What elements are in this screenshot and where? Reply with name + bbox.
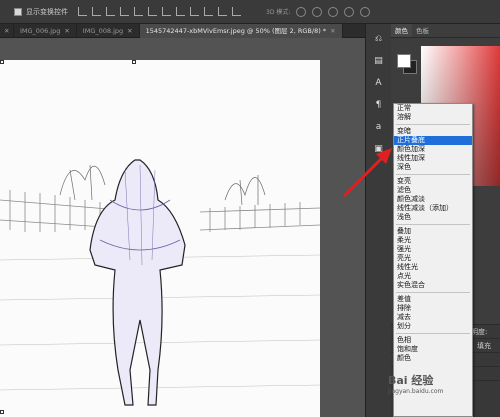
blend-mode-item[interactable]: 滤色	[394, 186, 472, 195]
mode-3d-label: 3D 模式:	[266, 9, 291, 16]
close-icon[interactable]: ✕	[127, 24, 132, 38]
tab-label: 1545742447-xbMVivEmsr.jpeg @ 50% (图层 2, …	[145, 27, 327, 35]
mode-3d-tools	[296, 6, 376, 17]
distribute-top-icon[interactable]	[162, 7, 171, 16]
blend-mode-item[interactable]: 线性减淡（添加）	[394, 204, 472, 213]
watermark-text: Bai 经验	[388, 374, 434, 387]
menu-separator	[396, 174, 470, 175]
blend-mode-item[interactable]: 颜色减淡	[394, 195, 472, 204]
tab-active-document[interactable]: 1545742447-xbMVivEmsr.jpeg @ 50% (图层 2, …	[139, 24, 343, 38]
tab-0[interactable]: ✕	[0, 24, 14, 38]
blend-mode-menu: 正常 溶解变暗 正片叠底 颜色加深 线性加深 深色变亮 滤色 颜色减淡 线性减淡（添加） 浅色叠加…	[393, 103, 473, 417]
transform-handle[interactable]	[0, 410, 4, 414]
blend-mode-item[interactable]: 柔光	[394, 236, 472, 245]
menu-separator	[396, 224, 470, 225]
blend-mode-item[interactable]: 划分	[394, 322, 472, 331]
blend-mode-item[interactable]: 点光	[394, 272, 472, 281]
blend-mode-item[interactable]: 实色混合	[394, 281, 472, 290]
align-left-icon[interactable]	[120, 7, 129, 16]
tab-color[interactable]: 颜色	[391, 24, 412, 37]
close-icon[interactable]: ✕	[64, 24, 69, 38]
blend-mode-item[interactable]: 线性光	[394, 263, 472, 272]
blend-mode-item[interactable]: 排除	[394, 304, 472, 313]
blend-mode-item[interactable]: 饱和度	[394, 345, 472, 354]
blend-mode-item[interactable]: 强光	[394, 245, 472, 254]
blend-mode-item[interactable]: 线性加深	[394, 154, 472, 163]
distribute-vcenter-icon[interactable]	[176, 7, 185, 16]
blend-mode-item[interactable]: 变亮	[394, 177, 472, 186]
distribute-bottom-icon[interactable]	[190, 7, 199, 16]
align-top-icon[interactable]	[78, 7, 87, 16]
history-icon[interactable]: ⎌	[372, 32, 386, 46]
blend-mode-item[interactable]: 溶解	[394, 113, 472, 122]
align-hcenter-icon[interactable]	[134, 7, 143, 16]
blend-mode-item[interactable]: 颜色加深	[394, 145, 472, 154]
blend-mode-item[interactable]: 变暗	[394, 127, 472, 136]
align-bottom-icon[interactable]	[106, 7, 115, 16]
panel-dock: ⎌ ▤ A ¶ a ▣	[365, 24, 391, 417]
distribute-right-icon[interactable]	[232, 7, 241, 16]
color-panel-tabs: 颜色 色板	[391, 24, 500, 38]
canvas-area[interactable]	[0, 38, 365, 417]
blend-mode-item[interactable]: 深色	[394, 163, 472, 172]
properties-icon[interactable]: ▤	[372, 54, 386, 68]
options-bar: 显示变换控件 3D 模式:	[0, 0, 500, 24]
tab-label: IMG_006.jpg	[20, 27, 61, 35]
show-transform-controls-label: 显示变换控件	[26, 7, 68, 16]
paragraph-icon[interactable]: ¶	[372, 98, 386, 112]
blend-mode-item[interactable]: 浅色	[394, 213, 472, 222]
tab-img-008[interactable]: IMG_008.jpg ✕	[77, 24, 140, 38]
blend-mode-item[interactable]: 正常	[394, 104, 472, 113]
blend-mode-item[interactable]: 差值	[394, 295, 472, 304]
align-right-icon[interactable]	[148, 7, 157, 16]
align-vcenter-icon[interactable]	[92, 7, 101, 16]
watermark-sub: jingyan.baidu.com	[388, 388, 444, 395]
blend-mode-item[interactable]: 色相	[394, 336, 472, 345]
document-canvas[interactable]	[0, 60, 320, 417]
scale-3d-icon[interactable]	[360, 6, 371, 17]
blend-mode-item[interactable]: 减去	[394, 313, 472, 322]
show-transform-controls-checkbox[interactable]	[14, 7, 22, 16]
distribute-hcenter-icon[interactable]	[218, 7, 227, 16]
transform-handle[interactable]	[0, 60, 4, 64]
foreground-color-swatch[interactable]	[397, 54, 411, 68]
watermark-logo: Bai 经验 jingyan.baidu.com	[388, 372, 443, 395]
close-icon[interactable]: ✕	[4, 24, 9, 38]
red-arrow-annotation	[342, 148, 392, 198]
align-buttons	[78, 7, 246, 16]
close-icon[interactable]: ✕	[330, 24, 335, 38]
tab-img-006[interactable]: IMG_006.jpg ✕	[14, 24, 77, 38]
transform-handle[interactable]	[132, 60, 136, 64]
blend-mode-item[interactable]: 正片叠底	[394, 136, 472, 145]
glyphs-icon[interactable]: a	[372, 120, 386, 134]
drag-3d-icon[interactable]	[328, 6, 339, 17]
roll-3d-icon[interactable]	[312, 6, 323, 17]
rotate-3d-icon[interactable]	[296, 6, 307, 17]
menu-separator	[396, 124, 470, 125]
distribute-left-icon[interactable]	[204, 7, 213, 16]
slide-3d-icon[interactable]	[344, 6, 355, 17]
tab-label: IMG_008.jpg	[82, 27, 124, 35]
tab-swatches[interactable]: 色板	[412, 24, 433, 37]
menu-separator	[396, 292, 470, 293]
document-tab-bar: ✕ IMG_006.jpg ✕ IMG_008.jpg ✕ 1545742447…	[0, 24, 365, 38]
sketch-photo	[0, 60, 320, 417]
fill-label: 填充	[477, 341, 491, 350]
character-icon[interactable]: A	[372, 76, 386, 90]
menu-separator	[396, 333, 470, 334]
blend-mode-item[interactable]: 叠加	[394, 227, 472, 236]
blend-mode-item[interactable]: 颜色	[394, 354, 472, 363]
blend-mode-item[interactable]: 亮光	[394, 254, 472, 263]
